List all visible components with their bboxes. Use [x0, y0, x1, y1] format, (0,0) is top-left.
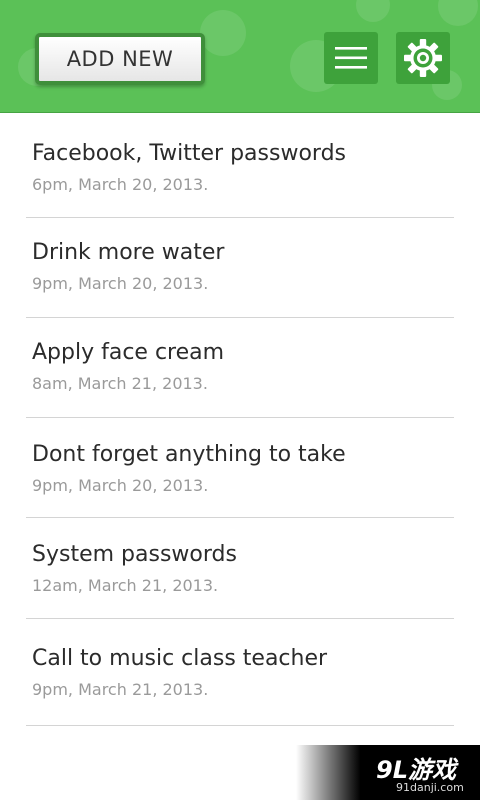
header-decoration [438, 0, 478, 26]
site-watermark: 9L游戏 91danji.com [296, 745, 480, 800]
reminder-date: 12am, March 21, 2013. [32, 576, 219, 595]
reminder-date: 6pm, March 20, 2013. [32, 175, 209, 194]
list-item[interactable]: Dont forget anything to take 9pm, March … [26, 418, 454, 518]
menu-button[interactable] [324, 32, 378, 84]
reminder-title: Dont forget anything to take [32, 442, 346, 467]
hamburger-menu-icon [335, 47, 367, 69]
settings-button[interactable] [396, 32, 450, 84]
watermark-logo: 9L游戏 [376, 756, 456, 784]
reminder-date: 8am, March 21, 2013. [32, 374, 208, 393]
add-new-button[interactable]: ADD NEW [35, 33, 205, 85]
list-item[interactable]: System passwords 12am, March 21, 2013. [26, 518, 454, 619]
header-decoration [356, 0, 390, 22]
reminder-title: Drink more water [32, 240, 225, 265]
app-header: ADD NEW [0, 0, 480, 113]
reminder-title: Call to music class teacher [32, 646, 328, 671]
reminder-title: Facebook, Twitter passwords [32, 141, 346, 166]
header-decoration [200, 10, 246, 56]
gear-icon [404, 39, 442, 77]
reminder-date: 9pm, March 20, 2013. [32, 274, 209, 293]
list-item[interactable]: Drink more water 9pm, March 20, 2013. [26, 218, 454, 318]
add-new-label: ADD NEW [66, 47, 174, 71]
watermark-url: 91danji.com [396, 781, 464, 794]
list-item[interactable]: Apply face cream 8am, March 21, 2013. [26, 318, 454, 418]
reminder-date: 9pm, March 21, 2013. [32, 680, 209, 699]
reminder-title: System passwords [32, 542, 237, 567]
reminder-title: Apply face cream [32, 340, 225, 365]
list-item[interactable]: Facebook, Twitter passwords 6pm, March 2… [26, 113, 454, 218]
reminder-date: 9pm, March 20, 2013. [32, 476, 209, 495]
list-item[interactable]: Call to music class teacher 9pm, March 2… [26, 619, 454, 726]
